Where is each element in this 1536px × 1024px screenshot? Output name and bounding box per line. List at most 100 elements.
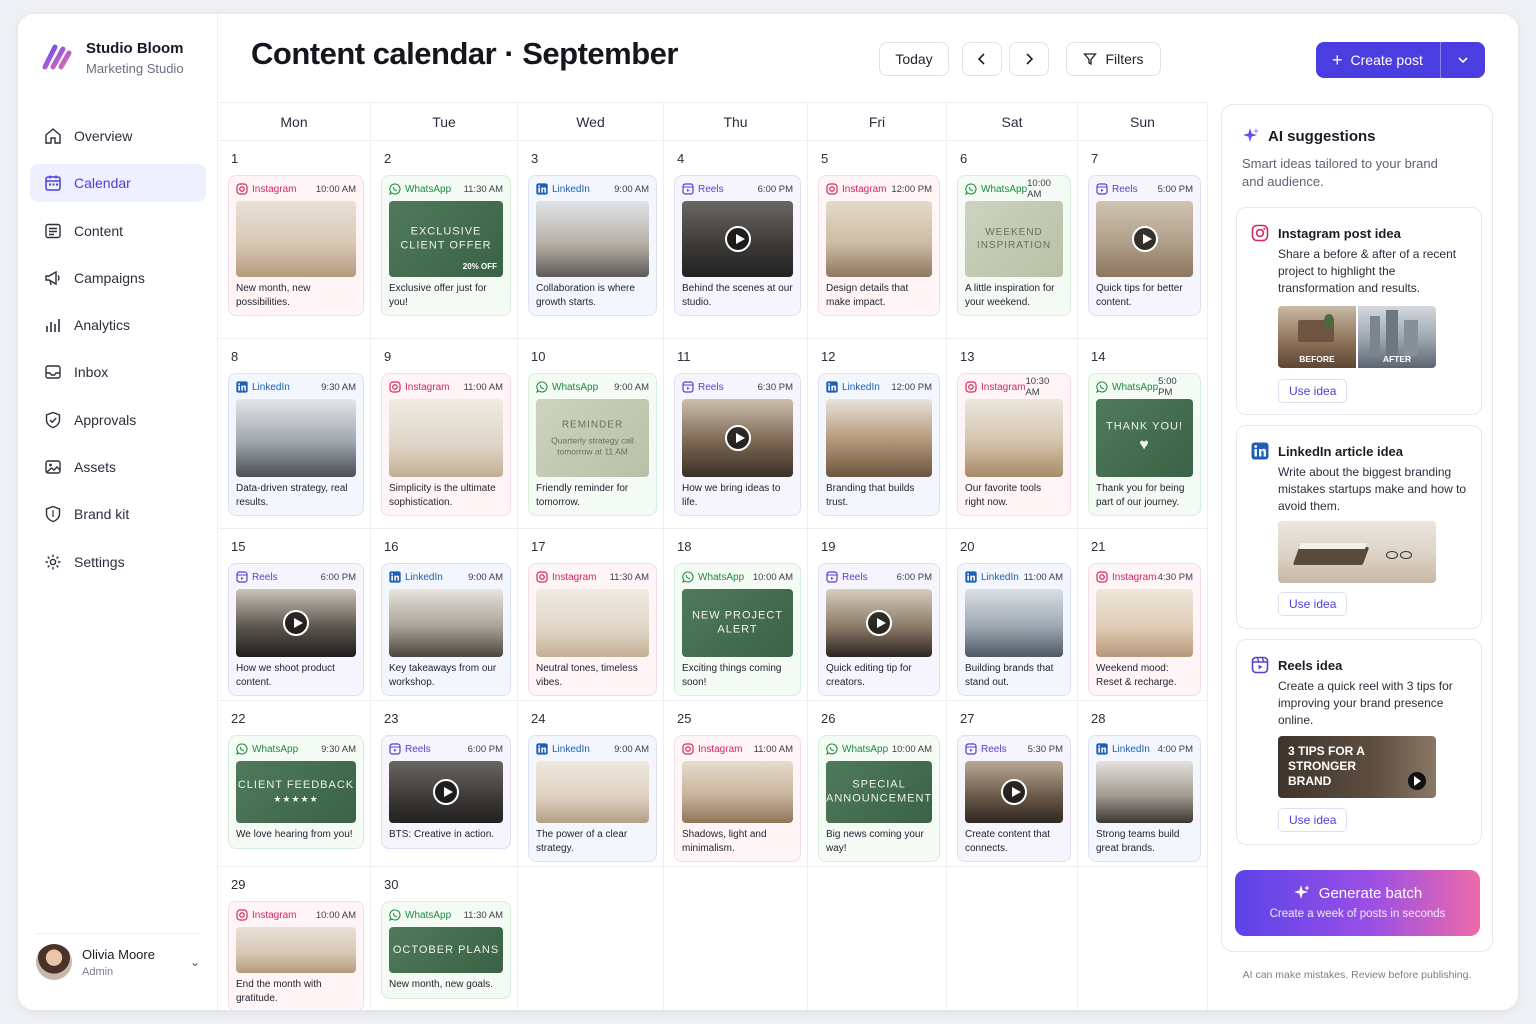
post-time: 10:30 AM [1025, 376, 1050, 398]
create-post-dropdown[interactable] [1441, 54, 1485, 66]
post-card[interactable]: Instagram 10:00 AM New month, new possibil… [228, 175, 364, 316]
calendar-day[interactable]: 8 LinkedIn 9:30 AM Data-driven strategy, re… [218, 339, 371, 529]
post-card[interactable]: Instagram 11:30 AM Neutral tones, timeless… [528, 563, 657, 696]
calendar-day[interactable]: 26 WhatsApp 10:00 AM SPECIAL ANNOUNCEMENT Bi… [808, 701, 947, 867]
calendar-day[interactable]: 19 Reels 6:00 PM Quick editing tip for crea… [808, 529, 947, 701]
calendar-day[interactable]: 23 Reels 6:00 PM BTS: Creative in action. [371, 701, 518, 867]
post-thumbnail [536, 589, 649, 657]
today-button[interactable]: Today [879, 42, 949, 76]
calendar-day[interactable]: 17 Instagram 11:30 AM Neutral tones, timele… [518, 529, 664, 701]
calendar-day[interactable]: 21 Instagram 4:30 PM Weekend mood: Reset & … [1078, 529, 1208, 701]
calendar-day[interactable]: 29 Instagram 10:00 AM End the month with gr… [218, 867, 371, 1010]
post-card[interactable]: LinkedIn 4:00 PM Strong teams build great … [1088, 735, 1201, 862]
sidebar-item-brand-kit[interactable]: Brand kit [30, 495, 206, 533]
sidebar-item-approvals[interactable]: Approvals [30, 401, 206, 439]
post-card[interactable]: WhatsApp 10:00 AM NEW PROJECT ALERT Excitin… [674, 563, 801, 696]
calendar-day[interactable]: 1 Instagram 10:00 AM New month, new possibi… [218, 141, 371, 339]
calendar-day[interactable]: 4 Reels 6:00 PM Behind the scenes at our st… [664, 141, 808, 339]
post-card[interactable]: Reels 5:30 PM Create content that connects… [957, 735, 1071, 862]
post-caption: Weekend mood: Reset & recharge. [1096, 663, 1177, 688]
post-card[interactable]: WhatsApp 9:30 AM CLIENT FEEDBACK ★★★★★ We lo… [228, 735, 364, 849]
calendar-day[interactable]: 22 WhatsApp 9:30 AM CLIENT FEEDBACK ★★★★★ We … [218, 701, 371, 867]
chevron-down-icon[interactable]: ⌄ [190, 955, 200, 969]
calendar-day[interactable]: 14 WhatsApp 5:00 PM THANK YOU! ♥ Thank you fo… [1078, 339, 1208, 529]
calendar-day[interactable]: 24 LinkedIn 9:00 AM The power of a clear st… [518, 701, 664, 867]
calendar-day[interactable]: 7 Reels 5:00 PM Quick tips for better conte… [1078, 141, 1208, 339]
calendar-day[interactable]: 9 Instagram 11:00 AM Simplicity is the ulti… [371, 339, 518, 529]
play-icon[interactable] [724, 425, 751, 451]
post-card[interactable]: Reels 6:30 PM How we bring ideas to life. [674, 373, 801, 516]
play-icon[interactable] [1131, 226, 1158, 252]
calendar-day[interactable]: 3 LinkedIn 9:00 AM Collaboration is where g… [518, 141, 664, 339]
calendar-day[interactable]: 5 Instagram 12:00 PM Design details that ma… [808, 141, 947, 339]
use-idea-button[interactable]: Use idea [1278, 808, 1348, 832]
sidebar-item-content[interactable]: Content [30, 212, 206, 250]
user-menu[interactable]: Olivia Moore Admin ⌄ [36, 933, 200, 980]
sidebar-item-calendar[interactable]: Calendar [30, 164, 206, 203]
use-idea-button[interactable]: Use idea [1278, 592, 1348, 616]
next-button[interactable] [1009, 42, 1049, 76]
calendar-day[interactable]: 13 Instagram 10:30 AM Our favorite tools ri… [947, 339, 1078, 529]
calendar-day[interactable]: 30 WhatsApp 11:30 AM OCTOBER PLANS New month… [371, 867, 518, 1010]
post-card[interactable]: Reels 6:00 PM How we shoot product content… [228, 563, 364, 696]
post-card[interactable]: LinkedIn 12:00 PM Branding that builds tru… [818, 373, 940, 516]
calendar-day[interactable]: 28 LinkedIn 4:00 PM Strong teams build grea… [1078, 701, 1208, 867]
post-card[interactable]: WhatsApp 11:30 AM OCTOBER PLANS New month, … [381, 901, 511, 999]
calendar-day[interactable]: 12 LinkedIn 12:00 PM Branding that builds t… [808, 339, 947, 529]
post-card[interactable]: Instagram 10:30 AM Our favorite tools righ… [957, 373, 1071, 516]
post-card[interactable]: Instagram 11:00 AM Simplicity is the ultim… [381, 373, 511, 516]
post-card[interactable]: LinkedIn 11:00 AM Building brands that sta… [957, 563, 1071, 696]
calendar-day[interactable]: 15 Reels 6:00 PM How we shoot product conte… [218, 529, 371, 701]
brand[interactable]: Studio Bloom Marketing Studio [40, 40, 184, 76]
post-card[interactable]: LinkedIn 9:00 AM Key takeaways from our wo… [381, 563, 511, 696]
post-card[interactable]: Instagram 4:30 PM Weekend mood: Reset & re… [1088, 563, 1201, 696]
generate-batch-button[interactable]: Generate batch Create a week of posts in… [1235, 870, 1480, 936]
post-card[interactable]: WhatsApp 10:00 AM WEEKEND INSPIRATION A lit… [957, 175, 1071, 316]
sidebar-item-assets[interactable]: Assets [30, 448, 206, 486]
sidebar-nav: Overview Calendar Content Campaigns Analytic… [30, 117, 206, 590]
post-card[interactable]: Instagram 12:00 PM Design details that mak… [818, 175, 940, 316]
sidebar-item-analytics[interactable]: Analytics [30, 306, 206, 344]
post-card[interactable]: Reels 6:00 PM Behind the scenes at our stu… [674, 175, 801, 316]
post-card[interactable]: Reels 5:00 PM Quick tips for better conten… [1088, 175, 1201, 316]
calendar-day[interactable]: 16 LinkedIn 9:00 AM Key takeaways from our … [371, 529, 518, 701]
calendar-day[interactable]: 18 WhatsApp 10:00 AM NEW PROJECT ALERT Excit… [664, 529, 808, 701]
sidebar-item-campaigns[interactable]: Campaigns [30, 259, 206, 297]
play-icon[interactable] [283, 610, 309, 636]
create-post-main[interactable]: + Create post [1316, 42, 1441, 78]
calendar-day[interactable]: 10 WhatsApp 9:00 AM REMINDER Quarterly strat… [518, 339, 664, 529]
sidebar-item-settings[interactable]: Settings [30, 543, 206, 581]
calendar-day[interactable]: 27 Reels 5:30 PM Create content that connec… [947, 701, 1078, 867]
post-caption: We love hearing from you! [236, 829, 353, 840]
create-post-button[interactable]: + Create post [1316, 42, 1485, 78]
post-card[interactable]: LinkedIn 9:00 AM The power of a clear stra… [528, 735, 657, 862]
post-card[interactable]: LinkedIn 9:30 AM Data-driven strategy, rea… [228, 373, 364, 516]
post-card[interactable]: Reels 6:00 PM BTS: Creative in action. [381, 735, 511, 849]
post-card[interactable]: WhatsApp 5:00 PM THANK YOU! ♥ Thank you for … [1088, 373, 1201, 516]
platform-label: Reels [405, 743, 431, 755]
use-idea-button[interactable]: Use idea [1278, 379, 1348, 403]
post-card[interactable]: Reels 6:00 PM Quick editing tip for creato… [818, 563, 940, 696]
calendar-day[interactable]: 25 Instagram 11:00 AM Shadows, light and mi… [664, 701, 808, 867]
prev-button[interactable] [962, 42, 1002, 76]
play-icon[interactable] [433, 779, 459, 805]
post-card[interactable]: WhatsApp 10:00 AM SPECIAL ANNOUNCEMENT Big … [818, 735, 940, 862]
sidebar-item-inbox[interactable]: Inbox [30, 353, 206, 391]
play-icon[interactable] [866, 610, 892, 636]
play-icon[interactable] [1001, 779, 1027, 805]
post-card[interactable]: Instagram 11:00 AM Shadows, light and mini… [674, 735, 801, 862]
post-card[interactable]: Instagram 10:00 AM End the month with grat… [228, 901, 364, 1010]
post-card[interactable]: WhatsApp 9:00 AM REMINDER Quarterly strateg… [528, 373, 657, 516]
calendar-day[interactable]: 11 Reels 6:30 PM How we bring ideas to life… [664, 339, 808, 529]
calendar-day[interactable]: 6 WhatsApp 10:00 AM WEEKEND INSPIRATION A li… [947, 141, 1078, 339]
post-card[interactable]: WhatsApp 11:30 AM EXCLUSIVE CLIENT OFFER 20… [381, 175, 511, 316]
play-icon[interactable] [724, 226, 751, 252]
post-card[interactable]: LinkedIn 9:00 AM Collaboration is where gr… [528, 175, 657, 316]
filters-button[interactable]: Filters [1066, 42, 1161, 76]
play-icon[interactable] [1408, 772, 1426, 790]
after-image: AFTER [1358, 306, 1436, 368]
post-caption: Shadows, light and minimalism. [682, 829, 767, 854]
sidebar-item-overview[interactable]: Overview [30, 117, 206, 155]
calendar-day[interactable]: 20 LinkedIn 11:00 AM Building brands that s… [947, 529, 1078, 701]
calendar-day[interactable]: 2 WhatsApp 11:30 AM EXCLUSIVE CLIENT OFFER 2… [371, 141, 518, 339]
